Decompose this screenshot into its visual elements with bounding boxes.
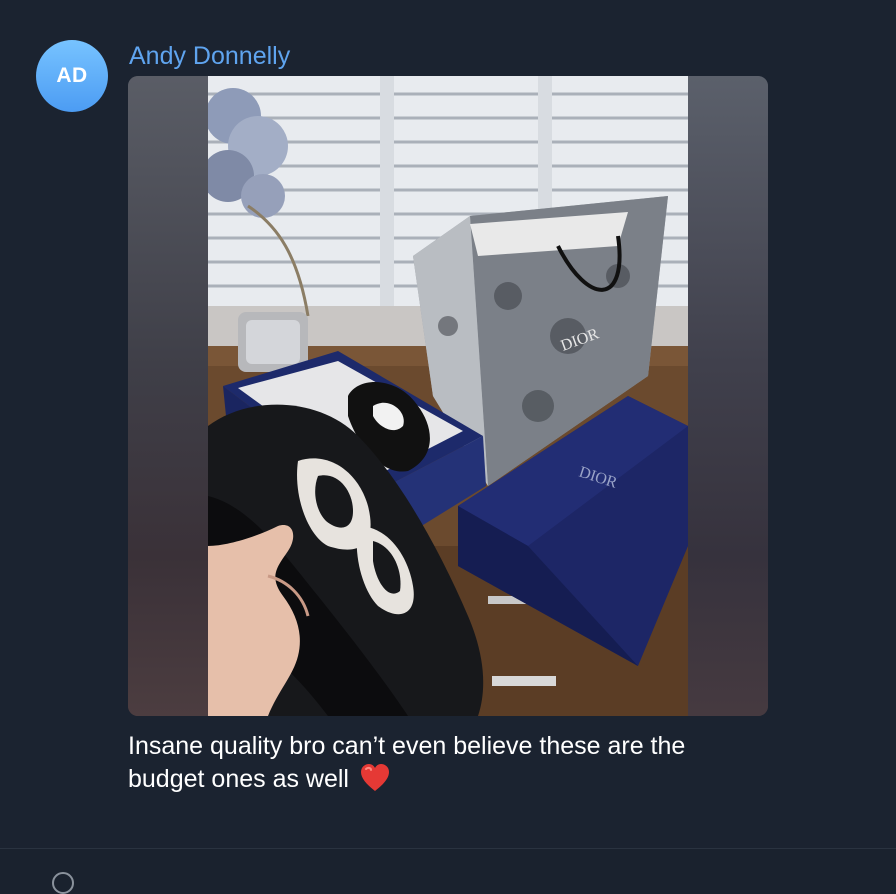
photo-attachment[interactable]: DIOR DIOR [128,76,768,716]
caption-text: Insane quality bro can’t even believe th… [128,732,686,793]
clock-icon [52,872,74,894]
photo-blur-left [128,76,208,716]
message-caption: Insane quality bro can’t even believe th… [128,730,768,796]
avatar[interactable]: AD [36,40,108,112]
avatar-initials: AD [56,64,88,87]
chat-message: AD Andy Donnelly DIOR DIOR Insane qualit… [0,0,896,848]
photo-image: DIOR DIOR [208,76,688,716]
candle-holder [238,312,308,372]
message-divider [0,848,896,849]
sender-name[interactable]: Andy Donnelly [129,42,290,71]
photo-blur-right [688,76,768,716]
heart-emoji-icon [360,764,389,791]
